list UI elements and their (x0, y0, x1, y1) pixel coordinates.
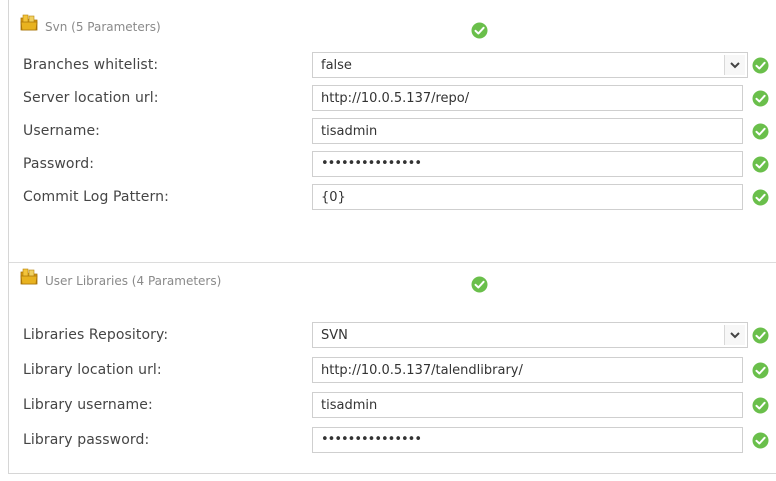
check-circle-icon (752, 432, 769, 449)
parameters-panel: Svn (5 Parameters) Branches whitelist: f… (8, 0, 776, 474)
library-password-label: Library password: (23, 432, 150, 448)
branches-whitelist-row: Branches whitelist: false (9, 50, 776, 80)
check-circle-icon (752, 90, 769, 107)
check-circle-icon (752, 189, 769, 206)
username-row: Username: tisadmin (9, 116, 776, 146)
user-libraries-section-header[interactable]: User Libraries (4 Parameters) (9, 264, 776, 308)
branches-whitelist-label: Branches whitelist: (23, 57, 159, 73)
section-divider (9, 262, 776, 263)
server-location-url-input[interactable]: http://10.0.5.137/repo/ (312, 85, 743, 111)
user-libraries-section-title: User Libraries (4 Parameters) (45, 274, 222, 288)
libraries-repository-value: SVN (321, 328, 348, 343)
chevron-down-icon (730, 331, 740, 338)
check-circle-icon (752, 57, 769, 74)
library-username-row: Library username: tisadmin (9, 390, 776, 420)
check-circle-icon (752, 362, 769, 379)
dropdown-button[interactable] (724, 55, 745, 75)
library-location-url-label: Library location url: (23, 362, 162, 378)
library-password-input[interactable]: ••••••••••••••• (312, 427, 743, 453)
libraries-repository-select[interactable]: SVN (312, 322, 748, 348)
libraries-repository-row: Libraries Repository: SVN (9, 320, 776, 350)
chevron-down-icon (730, 61, 740, 68)
commit-log-pattern-input[interactable]: {0} (312, 184, 743, 210)
library-password-row: Library password: ••••••••••••••• (9, 425, 776, 455)
password-label: Password: (23, 156, 95, 172)
library-location-url-input[interactable]: http://10.0.5.137/talendlibrary/ (312, 357, 743, 383)
username-label: Username: (23, 123, 100, 139)
username-input[interactable]: tisadmin (312, 118, 743, 144)
svn-section-title: Svn (5 Parameters) (45, 20, 161, 34)
libraries-repository-label: Libraries Repository: (23, 327, 169, 343)
folder-icon (20, 268, 38, 285)
svn-section-header[interactable]: Svn (5 Parameters) (9, 10, 776, 54)
check-circle-icon (471, 22, 488, 39)
check-circle-icon (471, 276, 488, 293)
check-circle-icon (752, 397, 769, 414)
server-location-url-label: Server location url: (23, 90, 159, 106)
dropdown-button[interactable] (724, 325, 745, 345)
folder-icon (20, 14, 38, 31)
password-row: Password: ••••••••••••••• (9, 149, 776, 179)
library-username-label: Library username: (23, 397, 153, 413)
password-input[interactable]: ••••••••••••••• (312, 151, 743, 177)
commit-log-pattern-label: Commit Log Pattern: (23, 189, 169, 205)
library-location-url-row: Library location url: http://10.0.5.137/… (9, 355, 776, 385)
branches-whitelist-select[interactable]: false (312, 52, 748, 78)
library-username-input[interactable]: tisadmin (312, 392, 743, 418)
check-circle-icon (752, 327, 769, 344)
commit-log-pattern-row: Commit Log Pattern: {0} (9, 182, 776, 212)
server-location-url-row: Server location url: http://10.0.5.137/r… (9, 83, 776, 113)
branches-whitelist-value: false (321, 58, 352, 73)
check-circle-icon (752, 123, 769, 140)
check-circle-icon (752, 156, 769, 173)
